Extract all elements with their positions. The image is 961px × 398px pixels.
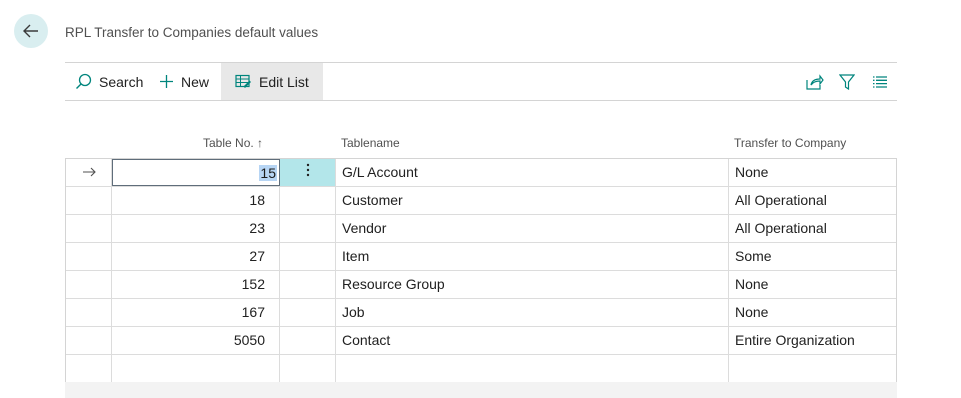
col-header-tablename[interactable]: Tablename: [341, 136, 400, 150]
col-header-transfer[interactable]: Transfer to Company: [734, 136, 846, 150]
share-icon: [806, 74, 824, 90]
tablename-cell[interactable]: G/L Account: [336, 159, 729, 186]
row-indicator: [66, 271, 112, 298]
transfer-cell[interactable]: [729, 355, 898, 382]
tablename-cell[interactable]: [336, 355, 729, 382]
row-menu-cell: [280, 271, 336, 298]
filter-button[interactable]: [837, 72, 857, 92]
transfer-cell[interactable]: Entire Organization: [729, 327, 898, 354]
new-button[interactable]: New: [159, 63, 209, 100]
table-no-value: 15: [259, 165, 277, 181]
col-header-table-no-label: Table No.: [203, 136, 254, 150]
row-menu-cell: [280, 187, 336, 214]
tablename-cell[interactable]: Job: [336, 299, 729, 326]
row-indicator: [66, 243, 112, 270]
row-indicator: [66, 327, 112, 354]
row-indicator: [66, 187, 112, 214]
tablename-cell[interactable]: Customer: [336, 187, 729, 214]
table-row[interactable]: 167 Job None: [66, 299, 896, 327]
table-row[interactable]: 5050 Contact Entire Organization: [66, 327, 896, 355]
filter-icon: [839, 74, 855, 90]
row-menu-button[interactable]: [280, 159, 336, 186]
row-menu-cell: [280, 327, 336, 354]
back-button[interactable]: [14, 14, 48, 48]
table-row[interactable]: 23 Vendor All Operational: [66, 215, 896, 243]
share-button[interactable]: [805, 72, 825, 92]
search-icon: [76, 73, 92, 89]
edit-list-label: Edit List: [259, 73, 309, 90]
transfer-cell[interactable]: None: [729, 299, 898, 326]
page-title: RPL Transfer to Companies default values: [65, 25, 319, 40]
row-menu-cell: [280, 243, 336, 270]
table-no-cell[interactable]: 15: [112, 159, 280, 186]
tablename-cell[interactable]: Resource Group: [336, 271, 729, 298]
tablename-cell[interactable]: Contact: [336, 327, 729, 354]
data-grid: 15 G/L Account None 18 Customer All Oper…: [65, 158, 897, 383]
plus-icon: [160, 75, 173, 88]
back-arrow-icon: [23, 24, 38, 38]
row-menu-cell: [280, 355, 336, 382]
search-button[interactable]: Search: [75, 63, 143, 100]
table-row[interactable]: 15 G/L Account None: [66, 159, 896, 187]
table-row[interactable]: 18 Customer All Operational: [66, 187, 896, 215]
search-label: Search: [99, 73, 144, 90]
row-indicator: [66, 355, 112, 382]
table-no-cell[interactable]: 152: [112, 271, 280, 298]
new-label: New: [181, 73, 210, 90]
row-menu-cell: [280, 299, 336, 326]
tablename-cell[interactable]: Item: [336, 243, 729, 270]
transfer-cell[interactable]: None: [729, 159, 898, 186]
list-view-button[interactable]: [870, 72, 890, 92]
list-view-icon: [873, 76, 887, 88]
transfer-cell[interactable]: None: [729, 271, 898, 298]
table-no-cell[interactable]: 18: [112, 187, 280, 214]
table-no-cell[interactable]: 167: [112, 299, 280, 326]
table-row[interactable]: 27 Item Some: [66, 243, 896, 271]
sort-ascending-icon: ↑: [257, 136, 264, 150]
action-bar: Search New Edit List: [65, 62, 897, 101]
more-vertical-icon: [306, 163, 309, 177]
tablename-cell[interactable]: Vendor: [336, 215, 729, 242]
row-arrow-icon: [82, 167, 96, 177]
table-no-cell[interactable]: 5050: [112, 327, 280, 354]
col-header-table-no[interactable]: Table No. ↑: [203, 136, 263, 150]
row-indicator: [66, 299, 112, 326]
table-no-cell[interactable]: 27: [112, 243, 280, 270]
table-no-cell[interactable]: 23: [112, 215, 280, 242]
table-row[interactable]: 152 Resource Group None: [66, 271, 896, 299]
transfer-cell[interactable]: All Operational: [729, 187, 898, 214]
new-row[interactable]: [66, 355, 896, 383]
grid-footer: [65, 382, 897, 398]
transfer-cell[interactable]: Some: [729, 243, 898, 270]
transfer-cell[interactable]: All Operational: [729, 215, 898, 242]
edit-list-icon: [235, 74, 251, 88]
edit-list-button[interactable]: Edit List: [221, 63, 323, 100]
row-indicator: [66, 215, 112, 242]
table-no-cell[interactable]: [112, 355, 280, 382]
row-menu-cell: [280, 215, 336, 242]
row-indicator: [66, 159, 112, 186]
